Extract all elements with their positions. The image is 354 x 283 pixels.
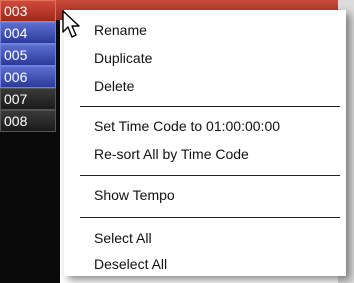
track-number: 006 — [4, 69, 28, 85]
track-number: 005 — [4, 47, 28, 63]
menu-item-deselect-all[interactable]: Deselect All — [94, 256, 167, 272]
track-row-003[interactable]: 003 — [0, 0, 56, 22]
menu-separator — [80, 217, 340, 218]
menu-item-show-tempo[interactable]: Show Tempo — [94, 187, 175, 203]
track-number: 003 — [4, 3, 28, 19]
menu-item-duplicate[interactable]: Duplicate — [94, 50, 152, 66]
track-number: 004 — [4, 25, 28, 41]
context-menu: Rename Duplicate Delete Set Time Code to… — [64, 10, 346, 276]
track-number: 007 — [4, 91, 28, 107]
track-row-006[interactable]: 006 — [0, 66, 56, 88]
menu-separator — [80, 106, 340, 107]
menu-separator — [80, 175, 340, 176]
track-row-004[interactable]: 004 — [0, 22, 56, 44]
track-row-008[interactable]: 008 — [0, 110, 56, 132]
track-number: 008 — [4, 113, 28, 129]
arrow-pointer-icon — [62, 10, 80, 38]
track-row-005[interactable]: 005 — [0, 44, 56, 66]
menu-item-select-all[interactable]: Select All — [94, 230, 152, 246]
menu-item-delete[interactable]: Delete — [94, 78, 134, 94]
menu-item-set-time-code[interactable]: Set Time Code to 01:00:00:00 — [94, 118, 280, 134]
track-row-007[interactable]: 007 — [0, 88, 56, 110]
track-list: 003 004 005 006 007 008 — [0, 0, 60, 283]
menu-item-rename[interactable]: Rename — [94, 22, 147, 38]
menu-item-resort-by-time-code[interactable]: Re-sort All by Time Code — [94, 146, 249, 162]
